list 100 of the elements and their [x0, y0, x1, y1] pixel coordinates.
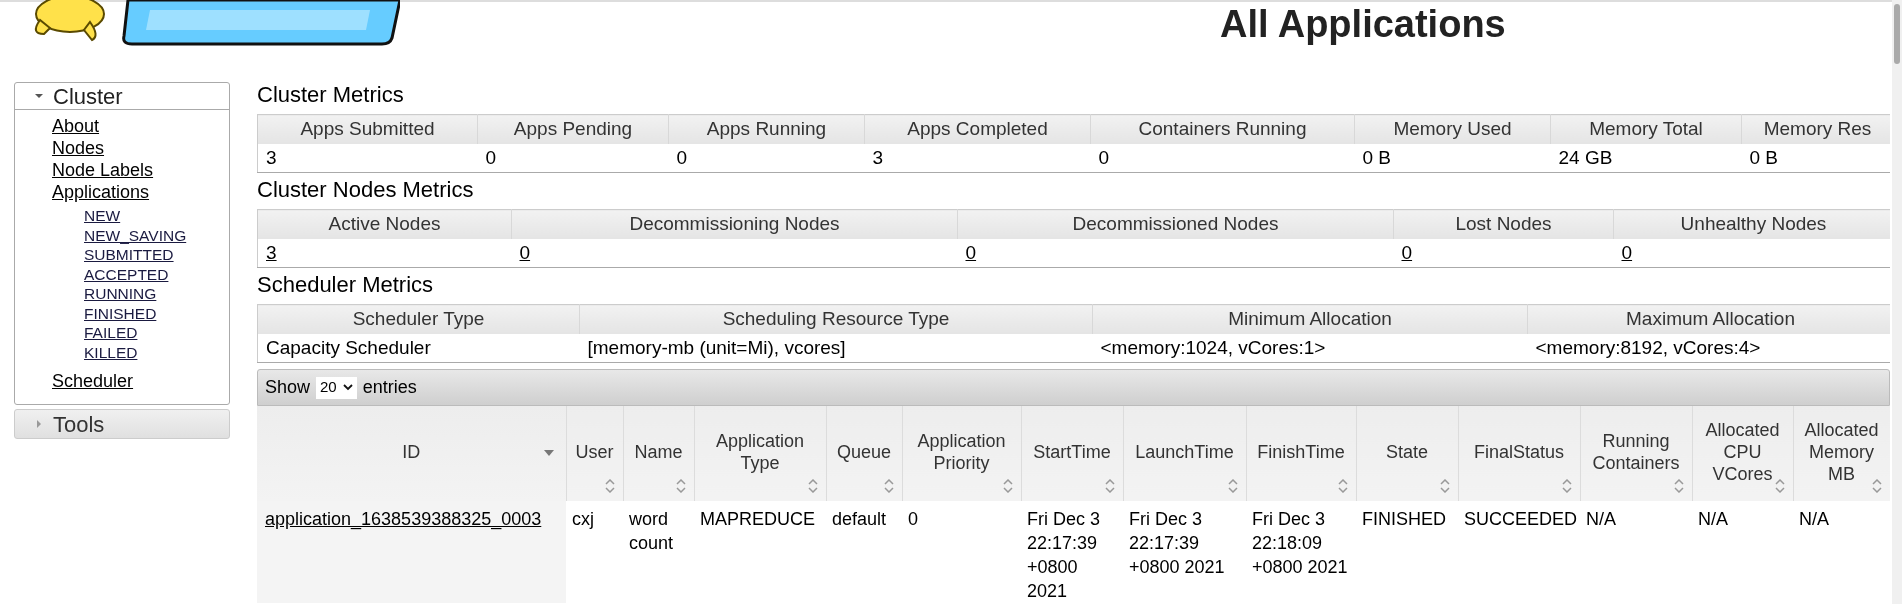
column-label: FinishTime [1256, 440, 1346, 463]
sort-icon[interactable] [1871, 479, 1882, 493]
table-cell-text: FINISHED [1362, 509, 1446, 529]
metric-link[interactable]: 0 [965, 241, 977, 263]
column-label: ID [401, 440, 422, 463]
section-title: Scheduler Metrics [257, 272, 435, 298]
metric-value: [memory-mb (unit=Mi), vcores] [587, 336, 846, 358]
metric-value: 0 B [1362, 146, 1392, 168]
column-header: Unhealthy Nodes [1613, 209, 1890, 239]
column-label: User [574, 440, 615, 463]
metric-link[interactable]: 3 [266, 241, 277, 263]
metric-value: 0 [485, 146, 497, 168]
table-header-cell[interactable]: Allocated Memory MB [1793, 406, 1890, 501]
sort-descending-icon[interactable] [543, 450, 554, 456]
metric-value: <memory:1024, vCores:1> [1100, 336, 1326, 358]
metric-link[interactable]: 0 [519, 241, 531, 263]
column-label: State [1385, 440, 1429, 463]
table-cell-text: Fri Dec 3 22:17:39 +0800 2021 [1027, 509, 1100, 601]
collapsed-arrow-icon [35, 420, 43, 428]
table-header-cell[interactable]: ID [257, 406, 566, 501]
page-size-select[interactable]: 20 [316, 376, 357, 399]
application-id-link[interactable]: application_1638539388325_0003 [265, 509, 542, 529]
table-cell-text: SUCCEEDED [1464, 509, 1578, 529]
sidebar-link[interactable]: Nodes [52, 137, 229, 159]
page-title: All Applications [1220, 2, 1506, 46]
table-cell-text: N/A [1799, 509, 1829, 529]
metric-link[interactable]: 0 [1621, 241, 1633, 263]
column-label: Running Containers [1591, 429, 1681, 474]
column-header: Decommissioning Nodes [511, 209, 958, 239]
sidebar-link[interactable]: About [52, 115, 229, 137]
chevron-down-icon [342, 384, 353, 391]
metric-value: 24 GB [1558, 146, 1613, 168]
sort-icon[interactable] [1774, 479, 1785, 493]
sidebar-section-header[interactable]: Tools [15, 410, 229, 438]
scrollbar[interactable] [1892, 0, 1902, 604]
column-header: Apps Submitted [257, 114, 478, 144]
entries-label: entries [362, 376, 417, 399]
table-header-cell[interactable]: Application Priority [902, 406, 1021, 501]
sidebar-link[interactable]: Applications [52, 181, 229, 203]
table-header-cell[interactable]: LaunchTime [1123, 406, 1246, 501]
sort-icon[interactable] [675, 479, 686, 493]
sort-icon[interactable] [1227, 479, 1238, 493]
sort-icon[interactable] [1439, 479, 1450, 493]
column-header: Scheduler Type [257, 304, 580, 334]
metric-value: 3 [266, 146, 277, 168]
column-label: Queue [835, 440, 892, 463]
sidebar-sublink[interactable]: FINISHED [84, 303, 229, 323]
sort-icon[interactable] [807, 479, 818, 493]
sidebar-link[interactable]: Scheduler [52, 370, 229, 392]
sidebar-sublink[interactable]: FAILED [84, 323, 229, 343]
metric-value: Capacity Scheduler [266, 336, 431, 358]
sort-icon[interactable] [1337, 479, 1348, 493]
column-label: FinalStatus [1472, 440, 1565, 463]
column-header: Maximum Allocation [1527, 304, 1890, 334]
sort-icon[interactable] [1673, 479, 1684, 493]
sort-icon[interactable] [604, 479, 615, 493]
table-header-cell[interactable]: Application Type [694, 406, 826, 501]
column-header: Scheduling Resource Type [579, 304, 1093, 334]
metric-value: 0 [676, 146, 688, 168]
column-label: Allocated CPU VCores [1704, 418, 1781, 485]
column-header: Containers Running [1090, 114, 1355, 144]
table-cell-text: N/A [1586, 509, 1616, 529]
column-header: Apps Completed [864, 114, 1091, 144]
sort-icon[interactable] [1561, 479, 1572, 493]
sidebar-sublink[interactable]: NEW [84, 206, 229, 226]
table-header-cell[interactable]: User [566, 406, 623, 501]
table-header-cell[interactable]: State [1356, 406, 1458, 501]
table-cell-text: N/A [1698, 509, 1728, 529]
sidebar-link[interactable]: Node Labels [52, 159, 229, 181]
column-label: StartTime [1032, 440, 1112, 463]
sidebar-section-header[interactable]: Cluster [15, 83, 229, 110]
table-header-cell[interactable]: StartTime [1021, 406, 1123, 501]
column-label: Allocated Memory MB [1803, 418, 1880, 485]
column-label: Name [633, 440, 684, 463]
sidebar-sublink[interactable]: NEW_SAVING [84, 225, 229, 245]
table-header-cell[interactable]: FinalStatus [1458, 406, 1580, 501]
show-label: Show [265, 376, 311, 399]
sort-icon[interactable] [1104, 479, 1115, 493]
table-header-cell[interactable]: FinishTime [1246, 406, 1356, 501]
column-header: Active Nodes [257, 209, 512, 239]
sidebar-sublink[interactable]: RUNNING [84, 284, 229, 304]
metric-link[interactable]: 0 [1401, 241, 1413, 263]
table-header-cell[interactable]: Queue [826, 406, 902, 501]
table-header-cell[interactable]: Allocated CPU VCores [1692, 406, 1793, 501]
table-cell-text: Fri Dec 3 22:17:39 +0800 2021 [1129, 509, 1225, 577]
column-header: Memory Used [1354, 114, 1551, 144]
table-header-cell[interactable]: Name [623, 406, 694, 501]
column-header: Apps Running [668, 114, 865, 144]
column-header: Minimum Allocation [1092, 304, 1528, 334]
column-label: Application Priority [916, 429, 1007, 474]
column-header: Lost Nodes [1393, 209, 1614, 239]
sort-icon[interactable] [883, 479, 894, 493]
expanded-arrow-icon [35, 92, 43, 100]
sidebar-sublink[interactable]: SUBMITTED [84, 245, 229, 265]
sidebar-sublink[interactable]: KILLED [84, 342, 229, 362]
column-header: Apps Pending [477, 114, 669, 144]
table-header-cell[interactable]: Running Containers [1580, 406, 1692, 501]
metric-value: <memory:8192, vCores:4> [1535, 336, 1761, 358]
sidebar-sublink[interactable]: ACCEPTED [84, 264, 229, 284]
sort-icon[interactable] [1002, 479, 1013, 493]
